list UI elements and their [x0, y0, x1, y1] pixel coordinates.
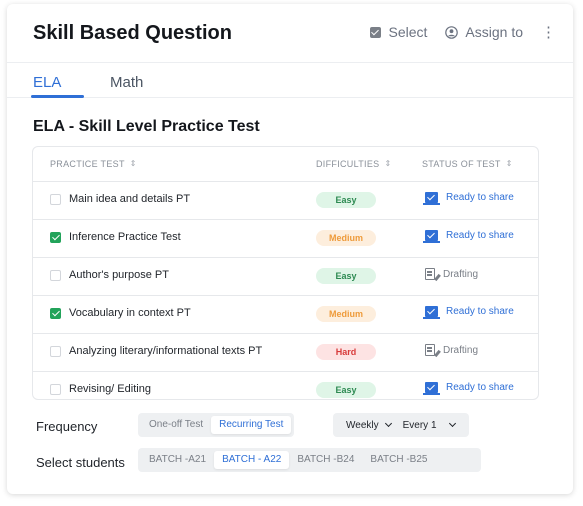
chevron-down-icon	[384, 419, 392, 428]
row-checkbox[interactable]	[50, 232, 61, 243]
schedule-dropdowns: Weekly Every 1	[333, 413, 469, 437]
test-name: Analyzing literary/informational texts P…	[69, 345, 263, 357]
subject-tabs: ELA Math	[7, 62, 573, 98]
table-row[interactable]: Analyzing literary/informational texts P…	[33, 334, 538, 372]
status-label: Ready to share	[446, 306, 514, 317]
share-check-icon	[423, 306, 440, 319]
select-button[interactable]: Select	[370, 24, 427, 40]
batch-selector: BATCH -A21 BATCH - A22 BATCH -B24 BATCH …	[138, 448, 481, 472]
batch-option-selected[interactable]: BATCH - A22	[214, 451, 290, 469]
skill-question-card: Skill Based Question Select Assign to ⋮ …	[7, 4, 573, 494]
test-name: Author's purpose PT	[69, 269, 169, 281]
ready-to-share-status[interactable]: Ready to share	[423, 306, 514, 319]
recurring-test-option[interactable]: Recurring Test	[211, 416, 292, 434]
batch-option[interactable]: BATCH -B25	[362, 451, 435, 469]
frequency-toggle: One-off Test Recurring Test	[138, 413, 295, 437]
sort-icon: ⇕	[129, 159, 137, 168]
ready-to-share-status[interactable]: Ready to share	[423, 192, 514, 205]
assign-to-button[interactable]: Assign to	[445, 24, 523, 40]
drafting-status: Drafting	[425, 344, 478, 356]
page-title: Skill Based Question	[33, 22, 232, 44]
every-dropdown[interactable]: Every 1	[403, 419, 456, 431]
column-header-status[interactable]: STATUS OF TEST ⇕	[422, 159, 513, 169]
status-label: Ready to share	[446, 192, 514, 203]
share-check-icon	[423, 382, 440, 395]
difficulty-badge: Easy	[316, 382, 376, 398]
difficulty-badge: Easy	[316, 268, 376, 284]
tab-math[interactable]: Math	[110, 74, 143, 91]
row-checkbox[interactable]	[50, 384, 61, 395]
row-checkbox[interactable]	[50, 346, 61, 357]
table-row[interactable]: Vocabulary in context PT Medium Ready to s…	[33, 296, 538, 334]
user-circle-icon	[445, 25, 459, 39]
difficulty-badge: Hard	[316, 344, 376, 360]
row-checkbox[interactable]	[50, 194, 61, 205]
select-students-label: Select students	[36, 455, 125, 470]
difficulty-badge: Medium	[316, 306, 376, 322]
header-actions: Select Assign to ⋮	[370, 24, 556, 40]
row-checkbox[interactable]	[50, 270, 61, 281]
chevron-down-icon	[448, 419, 456, 428]
batch-option[interactable]: BATCH -B24	[289, 451, 362, 469]
share-check-icon	[423, 192, 440, 205]
status-label: Ready to share	[446, 230, 514, 241]
interval-dropdown[interactable]: Weekly	[346, 419, 392, 431]
table-row[interactable]: Revising/ Editing Easy Ready to share	[33, 372, 538, 399]
row-checkbox[interactable]	[50, 308, 61, 319]
frequency-label: Frequency	[36, 419, 98, 434]
practice-test-table: PRACTICE TEST ⇕ DIFFICULTIES ⇕ STATUS OF…	[32, 146, 539, 400]
status-label: Drafting	[443, 344, 479, 356]
test-name: Vocabulary in context PT	[69, 307, 191, 319]
test-name: Main idea and details PT	[69, 193, 191, 205]
ready-to-share-status[interactable]: Ready to share	[423, 382, 514, 395]
share-check-icon	[423, 230, 440, 243]
assign-label: Assign to	[465, 24, 523, 40]
status-label: Ready to share	[446, 382, 514, 393]
ready-to-share-status[interactable]: Ready to share	[423, 230, 514, 243]
table-body: Main idea and details PT Easy Ready to sha…	[33, 182, 538, 399]
section-title: ELA - Skill Level Practice Test	[33, 118, 260, 135]
test-name: Revising/ Editing	[69, 383, 151, 395]
column-header-difficulties[interactable]: DIFFICULTIES ⇕	[316, 159, 391, 169]
table-row[interactable]: Author's purpose PT Easy Drafting	[33, 258, 538, 296]
one-off-test-option[interactable]: One-off Test	[141, 416, 211, 434]
test-name: Inference Practice Test	[69, 231, 181, 243]
difficulty-badge: Easy	[316, 192, 376, 208]
status-label: Drafting	[443, 268, 479, 280]
active-tab-indicator	[31, 95, 84, 98]
draft-edit-icon	[425, 268, 435, 280]
draft-edit-icon	[425, 344, 435, 356]
checkbox-icon	[370, 26, 382, 38]
sort-icon: ⇕	[384, 159, 392, 168]
tab-ela[interactable]: ELA	[33, 74, 61, 91]
table-header: PRACTICE TEST ⇕ DIFFICULTIES ⇕ STATUS OF…	[33, 147, 538, 182]
batch-option[interactable]: BATCH -A21	[141, 451, 214, 469]
table-row[interactable]: Inference Practice Test Medium Ready to sh…	[33, 220, 538, 258]
difficulty-badge: Medium	[316, 230, 376, 246]
more-vertical-icon[interactable]: ⋮	[541, 25, 556, 40]
sort-icon: ⇕	[505, 159, 513, 168]
select-label: Select	[388, 24, 428, 40]
table-row[interactable]: Main idea and details PT Easy Ready to sha…	[33, 182, 538, 220]
column-header-practice-test[interactable]: PRACTICE TEST ⇕	[50, 159, 137, 169]
drafting-status: Drafting	[425, 268, 478, 280]
